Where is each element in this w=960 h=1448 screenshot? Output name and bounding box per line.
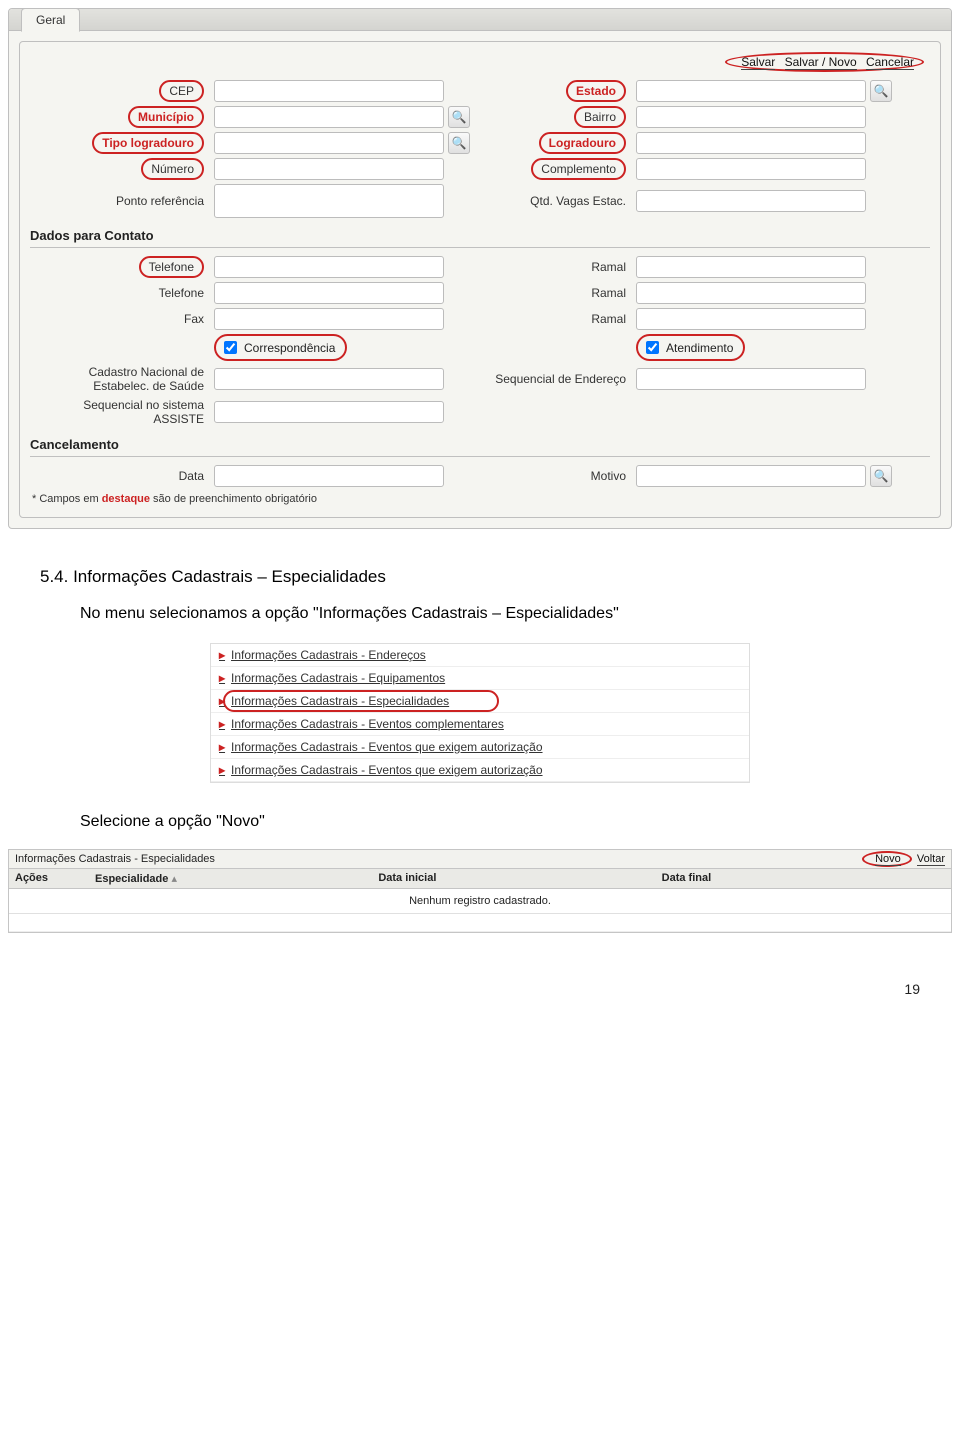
list-title: Informações Cadastrais - Especialidades bbox=[15, 853, 215, 865]
menu-item-equip[interactable]: ▸Informações Cadastrais - Equipamentos bbox=[211, 667, 749, 690]
ponto-ref-input[interactable] bbox=[214, 184, 444, 218]
col-data-final: Data final bbox=[662, 872, 945, 885]
col-especialidade[interactable]: Especialidade ▴ bbox=[95, 872, 378, 885]
form-inner: Salvar Salvar / Novo Cancelar CEP Estado… bbox=[19, 41, 941, 518]
vagas-input[interactable] bbox=[636, 190, 866, 212]
lbl-estado: Estado bbox=[482, 80, 632, 102]
ramal2-input[interactable] bbox=[636, 282, 866, 304]
list-panel: Informações Cadastrais - Especialidades … bbox=[8, 849, 952, 933]
arrow-icon: ▸ bbox=[219, 740, 225, 754]
cancel-grid: Data Motivo 🔍 bbox=[30, 465, 930, 487]
submenu-list: ▸Informações Cadastrais - Endereços ▸Inf… bbox=[210, 643, 750, 783]
seq-assiste-input[interactable] bbox=[214, 401, 444, 423]
lbl-bairro: Bairro bbox=[482, 106, 632, 128]
salvar-link[interactable]: Salvar bbox=[741, 55, 775, 70]
voltar-link[interactable]: Voltar bbox=[917, 853, 945, 866]
logradouro-input[interactable] bbox=[636, 132, 866, 154]
ramal1-input[interactable] bbox=[636, 256, 866, 278]
section-contato: Dados para Contato bbox=[30, 222, 930, 248]
lbl-ramal2: Ramal bbox=[482, 286, 632, 300]
estado-input[interactable] bbox=[636, 80, 866, 102]
footnote: * Campos em destaque são de preenchiment… bbox=[30, 487, 930, 507]
list-columns: Ações Especialidade ▴ Data inicial Data … bbox=[9, 869, 951, 889]
lbl-complemento: Complemento bbox=[482, 158, 632, 180]
section-heading: 5.4. Informações Cadastrais – Especialid… bbox=[40, 567, 920, 587]
lbl-ramal1: Ramal bbox=[482, 260, 632, 274]
lbl-motivo: Motivo bbox=[482, 469, 632, 483]
lbl-data-cancel: Data bbox=[30, 469, 210, 483]
numero-input[interactable] bbox=[214, 158, 444, 180]
body-text-1: No menu selecionamos a opção "Informaçõe… bbox=[80, 605, 920, 623]
municipio-lookup-button[interactable]: 🔍 bbox=[448, 106, 470, 128]
chk-atendimento[interactable] bbox=[646, 341, 659, 354]
lbl-telefone2: Telefone bbox=[30, 286, 210, 300]
doc-body-2: Selecione a opção "Novo" bbox=[0, 803, 960, 841]
motivo-lookup-button[interactable]: 🔍 bbox=[870, 465, 892, 487]
lbl-vagas: Qtd. Vagas Estac. bbox=[482, 194, 632, 208]
cnes-input[interactable] bbox=[214, 368, 444, 390]
menu-item-especialidades[interactable]: ▸Informações Cadastrais - Especialidades bbox=[211, 690, 749, 713]
tab-strip bbox=[9, 9, 951, 31]
page-number: 19 bbox=[0, 941, 960, 1017]
lbl-ramal3: Ramal bbox=[482, 312, 632, 326]
municipio-input[interactable] bbox=[214, 106, 444, 128]
lbl-chk-atend: Atendimento bbox=[666, 341, 733, 355]
cep-input[interactable] bbox=[214, 80, 444, 102]
lbl-fax: Fax bbox=[30, 312, 210, 326]
tipolog-lookup-button[interactable]: 🔍 bbox=[448, 132, 470, 154]
col-acoes: Ações bbox=[15, 872, 95, 885]
seq-end-input[interactable] bbox=[636, 368, 866, 390]
actions-highlight: Salvar Salvar / Novo Cancelar bbox=[725, 52, 924, 72]
tab-geral[interactable]: Geral bbox=[21, 8, 80, 32]
arrow-icon: ▸ bbox=[219, 763, 225, 777]
menu-item-eventos-comp[interactable]: ▸Informações Cadastrais - Eventos comple… bbox=[211, 713, 749, 736]
form-panel: Geral Salvar Salvar / Novo Cancelar CEP … bbox=[8, 8, 952, 529]
fax-input[interactable] bbox=[214, 308, 444, 330]
address-grid: CEP Estado 🔍 Município 🔍 Bairro Tipo log… bbox=[30, 80, 930, 218]
bairro-input[interactable] bbox=[636, 106, 866, 128]
lbl-logradouro: Logradouro bbox=[482, 132, 632, 154]
arrow-icon: ▸ bbox=[219, 648, 225, 662]
lbl-ponto-ref: Ponto referência bbox=[30, 194, 210, 208]
ramal3-input[interactable] bbox=[636, 308, 866, 330]
complemento-input[interactable] bbox=[636, 158, 866, 180]
salvar-novo-link[interactable]: Salvar / Novo bbox=[785, 55, 857, 70]
menu-item-enderecos[interactable]: ▸Informações Cadastrais - Endereços bbox=[211, 644, 749, 667]
cancelar-link[interactable]: Cancelar bbox=[866, 55, 914, 70]
lbl-municipio: Município bbox=[30, 106, 210, 128]
motivo-input[interactable] bbox=[636, 465, 866, 487]
telefone2-input[interactable] bbox=[214, 282, 444, 304]
lbl-telefone1: Telefone bbox=[30, 256, 210, 278]
chk-atendimento-wrap: Atendimento bbox=[636, 334, 745, 361]
telefone1-input[interactable] bbox=[214, 256, 444, 278]
col-data-inicial: Data inicial bbox=[378, 872, 661, 885]
list-header: Informações Cadastrais - Especialidades … bbox=[9, 850, 951, 869]
contact-grid: Telefone Ramal Telefone Ramal Fax Ramal bbox=[30, 256, 930, 427]
empty-row: Nenhum registro cadastrado. bbox=[9, 889, 951, 914]
actions-bar: Salvar Salvar / Novo Cancelar bbox=[30, 48, 930, 80]
section-cancel: Cancelamento bbox=[30, 431, 930, 457]
doc-section: 5.4. Informações Cadastrais – Especialid… bbox=[0, 537, 960, 633]
chk-correspondencia[interactable] bbox=[224, 341, 237, 354]
arrow-icon: ▸ bbox=[219, 694, 225, 708]
data-cancel-input[interactable] bbox=[214, 465, 444, 487]
lbl-seq-assiste: Sequencial no sistema ASSISTE bbox=[30, 398, 210, 427]
lbl-seq-end: Sequencial de Endereço bbox=[482, 372, 632, 386]
menu-item-eventos-aut1[interactable]: ▸Informações Cadastrais - Eventos que ex… bbox=[211, 736, 749, 759]
chk-correspondencia-wrap: Correspondência bbox=[214, 334, 347, 361]
novo-highlight: Novo bbox=[862, 851, 912, 867]
arrow-icon: ▸ bbox=[219, 671, 225, 685]
arrow-icon: ▸ bbox=[219, 717, 225, 731]
lbl-numero: Número bbox=[30, 158, 210, 180]
lbl-cnes: Cadastro Nacional de Estabelec. de Saúde bbox=[30, 365, 210, 394]
menu-item-eventos-aut2[interactable]: ▸Informações Cadastrais - Eventos que ex… bbox=[211, 759, 749, 782]
lbl-chk-corresp: Correspondência bbox=[244, 341, 335, 355]
lbl-tipolog: Tipo logradouro bbox=[30, 132, 210, 154]
lbl-cep: CEP bbox=[30, 80, 210, 102]
novo-link[interactable]: Novo bbox=[875, 853, 901, 866]
estado-lookup-button[interactable]: 🔍 bbox=[870, 80, 892, 102]
blank-row bbox=[9, 914, 951, 932]
tipolog-input[interactable] bbox=[214, 132, 444, 154]
body-text-2: Selecione a opção "Novo" bbox=[80, 813, 920, 831]
